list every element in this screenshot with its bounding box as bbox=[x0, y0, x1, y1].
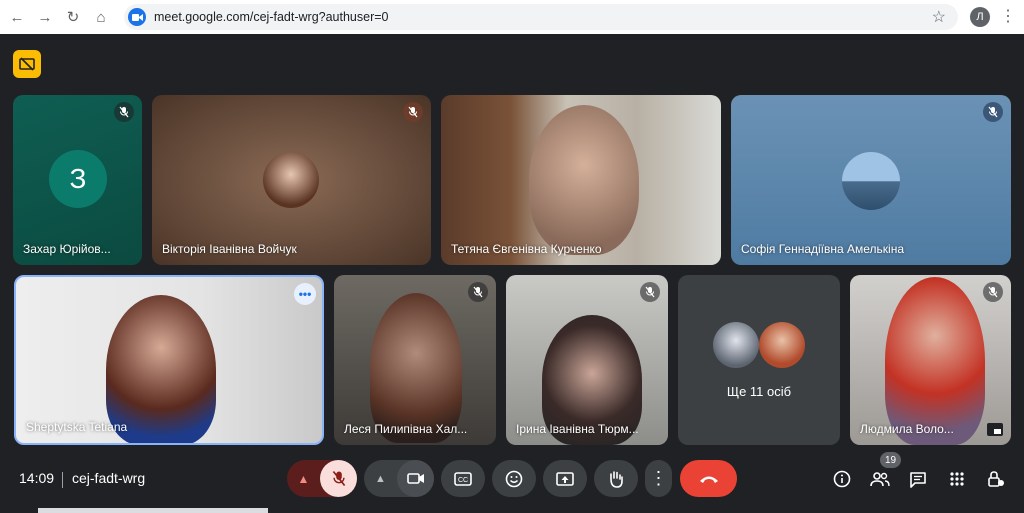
home-icon[interactable]: ⌂ bbox=[90, 6, 112, 28]
back-icon[interactable]: ← bbox=[6, 6, 28, 28]
participant-tile[interactable]: З Захар Юрійов... bbox=[13, 95, 142, 265]
mic-toggle-button[interactable] bbox=[320, 460, 357, 497]
more-options-icon[interactable]: ••• bbox=[294, 283, 316, 305]
info-icon bbox=[833, 470, 851, 488]
mic-off-icon bbox=[983, 282, 1003, 302]
meeting-info-button[interactable] bbox=[826, 463, 858, 495]
participant-tile[interactable]: Ірина Іванівна Тюрм... bbox=[506, 275, 668, 445]
avatar bbox=[263, 152, 319, 208]
reactions-button[interactable] bbox=[492, 460, 536, 497]
avatar bbox=[759, 322, 805, 368]
captions-icon: CC bbox=[454, 471, 472, 486]
video-feed bbox=[885, 277, 985, 445]
mic-control-group: ▲ bbox=[287, 460, 357, 497]
svg-text:CC: CC bbox=[458, 477, 468, 484]
more-participants-label: Ще 11 осіб bbox=[726, 384, 792, 399]
participant-name: Захар Юрійов... bbox=[23, 242, 111, 256]
address-bar[interactable]: meet.google.com/cej-fadt-wrg?authuser=0 … bbox=[124, 4, 958, 30]
mic-off-icon bbox=[468, 282, 488, 302]
pip-icon[interactable] bbox=[987, 423, 1003, 436]
end-call-button[interactable] bbox=[680, 460, 737, 497]
participant-tile-active[interactable]: ••• Sheptytska Tetiana bbox=[14, 275, 324, 445]
more-participants-tile[interactable]: Ще 11 осіб bbox=[678, 275, 840, 445]
camera-control-group: ▲ bbox=[364, 460, 434, 497]
participant-name: Софія Геннадіївна Амелькіна bbox=[741, 242, 905, 256]
activities-button[interactable] bbox=[941, 463, 973, 495]
camera-icon bbox=[406, 473, 424, 484]
chevron-up-icon[interactable]: ▲ bbox=[364, 473, 397, 485]
more-vert-icon: ⋮ bbox=[649, 468, 668, 488]
bookmark-star-icon[interactable]: ☆ bbox=[932, 7, 946, 27]
participant-tile[interactable]: Леся Пилипівна Хал... bbox=[334, 275, 496, 445]
captions-button[interactable]: CC bbox=[441, 460, 485, 497]
video-feed bbox=[529, 105, 639, 255]
meeting-code: cej-fadt-wrg bbox=[72, 470, 146, 486]
participant-name: Тетяна Євгенівна Курченко bbox=[451, 242, 602, 256]
present-button[interactable] bbox=[543, 460, 587, 497]
people-icon bbox=[870, 472, 890, 487]
mic-off-icon bbox=[983, 102, 1003, 122]
chat-icon bbox=[910, 471, 926, 488]
video-feed bbox=[370, 293, 462, 443]
browser-menu-icon[interactable]: ⋮ bbox=[1000, 7, 1016, 27]
hand-icon bbox=[610, 470, 623, 488]
forward-icon[interactable]: → bbox=[34, 6, 56, 28]
apps-grid-icon bbox=[950, 472, 964, 486]
presentation-badge-icon[interactable] bbox=[13, 50, 41, 78]
browser-toolbar: ← → ↻ ⌂ meet.google.com/cej-fadt-wrg?aut… bbox=[0, 0, 1024, 34]
meet-site-icon bbox=[128, 8, 146, 26]
mic-off-icon bbox=[332, 470, 345, 487]
participant-name: Sheptytska Tetiana bbox=[26, 420, 128, 434]
chevron-up-icon[interactable]: ▲ bbox=[287, 460, 320, 497]
hang-up-icon bbox=[699, 476, 718, 483]
present-screen-icon bbox=[556, 471, 574, 486]
reload-icon[interactable]: ↻ bbox=[62, 6, 84, 28]
participant-tile[interactable]: Софія Геннадіївна Амелькіна bbox=[731, 95, 1011, 265]
host-controls-button[interactable] bbox=[980, 463, 1012, 495]
profile-avatar[interactable]: Л bbox=[970, 7, 990, 27]
camera-toggle-button[interactable] bbox=[397, 460, 434, 497]
participant-name: Людмила Воло... bbox=[860, 422, 954, 436]
participant-tile[interactable]: Тетяна Євгенівна Курченко bbox=[441, 95, 721, 265]
chat-button[interactable] bbox=[902, 463, 934, 495]
participant-name: Леся Пилипівна Хал... bbox=[344, 422, 468, 436]
horizontal-scrollbar[interactable] bbox=[38, 508, 268, 513]
avatar bbox=[713, 322, 759, 368]
raise-hand-button[interactable] bbox=[594, 460, 638, 497]
more-options-button[interactable]: ⋮ bbox=[645, 460, 672, 497]
url-text: meet.google.com/cej-fadt-wrg?authuser=0 bbox=[154, 10, 389, 24]
avatar: З bbox=[49, 150, 107, 208]
participant-tile[interactable]: Вікторія Іванівна Войчук bbox=[152, 95, 431, 265]
avatar bbox=[842, 152, 900, 210]
mic-off-icon bbox=[403, 102, 423, 122]
mic-off-icon bbox=[114, 102, 134, 122]
lock-person-icon bbox=[988, 471, 1004, 487]
participant-count-badge: 19 bbox=[880, 452, 901, 468]
participant-name: Ірина Іванівна Тюрм... bbox=[516, 422, 639, 436]
mic-off-icon bbox=[640, 282, 660, 302]
emoji-icon bbox=[505, 470, 523, 487]
meeting-time: 14:09 bbox=[19, 470, 55, 486]
participant-tile[interactable]: Людмила Воло... bbox=[850, 275, 1011, 445]
participant-name: Вікторія Іванівна Войчук bbox=[162, 242, 297, 256]
divider bbox=[62, 472, 63, 488]
